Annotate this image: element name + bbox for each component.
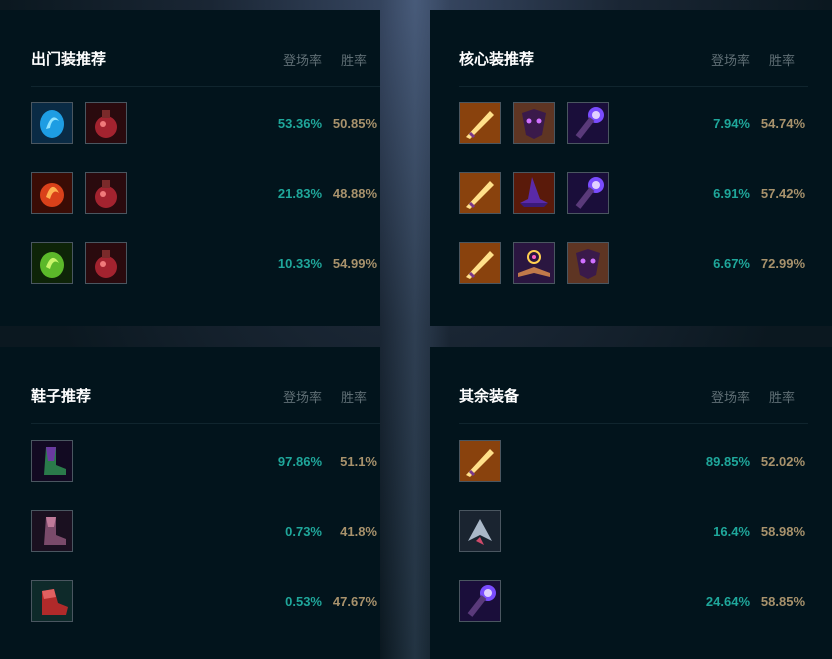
purple-boots-icon[interactable]	[31, 510, 73, 552]
build-row[interactable]: 6.67% 72.99%	[430, 242, 832, 286]
win-rate: 47.67%	[332, 594, 377, 609]
pick-rate: 53.36%	[277, 116, 322, 131]
win-rate-header: 胜率	[768, 54, 795, 69]
win-rate-header: 胜率	[340, 391, 367, 406]
build-row[interactable]: 0.53% 47.67%	[0, 580, 380, 624]
pick-rate-header: 登场率	[710, 54, 750, 69]
pick-rate: 0.73%	[285, 524, 322, 539]
potion-icon[interactable]	[85, 102, 127, 144]
pick-rate: 6.91%	[713, 186, 750, 201]
green-spirit-seed-icon[interactable]	[31, 242, 73, 284]
build-row[interactable]: 24.64% 58.85%	[430, 580, 832, 624]
pick-rate: 7.94%	[713, 116, 750, 131]
panel-title: 其余装备	[459, 387, 520, 405]
witch-hat-icon[interactable]	[513, 172, 555, 214]
pick-rate: 21.83%	[277, 186, 322, 201]
pick-rate-header: 登场率	[710, 391, 750, 406]
win-rate-header: 胜率	[340, 54, 367, 69]
red-boots-icon[interactable]	[31, 580, 73, 622]
build-row[interactable]: 89.85% 52.02%	[430, 440, 832, 484]
green-boots-icon[interactable]	[31, 440, 73, 482]
pick-rate-header: 登场率	[282, 54, 322, 69]
build-row[interactable]: 10.33% 54.99%	[0, 242, 380, 286]
spellbook-icon[interactable]	[513, 242, 555, 284]
dark-mask-icon[interactable]	[567, 242, 609, 284]
panel-title: 鞋子推荐	[31, 387, 92, 405]
build-row[interactable]: 6.91% 57.42%	[430, 172, 832, 216]
divider	[31, 86, 380, 87]
build-row[interactable]: 7.94% 54.74%	[430, 102, 832, 146]
golden-sword-icon[interactable]	[459, 172, 501, 214]
pick-rate: 16.4%	[713, 524, 750, 539]
pick-rate: 97.86%	[277, 454, 322, 469]
win-rate-header: 胜率	[768, 391, 795, 406]
golden-sword-icon[interactable]	[459, 242, 501, 284]
void-staff-icon[interactable]	[567, 172, 609, 214]
pick-rate: 10.33%	[277, 256, 322, 271]
win-rate: 72.99%	[760, 256, 805, 271]
divider	[459, 86, 808, 87]
build-row[interactable]: 16.4% 58.98%	[430, 510, 832, 554]
pick-rate: 6.67%	[713, 256, 750, 271]
steel-shard-icon[interactable]	[459, 510, 501, 552]
other-items-panel: 其余装备 登场率 胜率 89.85% 52.02% 16.4% 58.98% 2…	[430, 347, 832, 659]
pick-rate-header: 登场率	[282, 391, 322, 406]
win-rate: 52.02%	[760, 454, 805, 469]
void-staff-icon[interactable]	[567, 102, 609, 144]
win-rate: 48.88%	[332, 186, 377, 201]
win-rate: 54.74%	[760, 116, 805, 131]
panel-header: 鞋子推荐 登场率 胜率	[0, 347, 380, 424]
void-staff-icon[interactable]	[459, 580, 501, 622]
starter-items-panel: 出门装推荐 登场率 胜率 53.36% 50.85% 21.83% 48.88%…	[0, 10, 380, 326]
divider	[31, 423, 380, 424]
panel-header: 核心装推荐 登场率 胜率	[430, 10, 832, 87]
build-row[interactable]: 53.36% 50.85%	[0, 102, 380, 146]
build-row[interactable]: 21.83% 48.88%	[0, 172, 380, 216]
divider	[459, 423, 808, 424]
potion-icon[interactable]	[85, 172, 127, 214]
panel-header: 出门装推荐 登场率 胜率	[0, 10, 380, 87]
win-rate: 50.85%	[332, 116, 377, 131]
golden-sword-icon[interactable]	[459, 440, 501, 482]
win-rate: 54.99%	[332, 256, 377, 271]
golden-sword-icon[interactable]	[459, 102, 501, 144]
blue-spirit-seed-icon[interactable]	[31, 102, 73, 144]
build-row[interactable]: 97.86% 51.1%	[0, 440, 380, 484]
pick-rate: 24.64%	[705, 594, 750, 609]
pick-rate: 0.53%	[285, 594, 322, 609]
build-row[interactable]: 0.73% 41.8%	[0, 510, 380, 554]
win-rate: 57.42%	[760, 186, 805, 201]
panel-title: 核心装推荐	[459, 50, 535, 68]
boots-panel: 鞋子推荐 登场率 胜率 97.86% 51.1% 0.73% 41.8% 0.5…	[0, 347, 380, 659]
win-rate: 58.98%	[760, 524, 805, 539]
win-rate: 41.8%	[340, 524, 377, 539]
pick-rate: 89.85%	[705, 454, 750, 469]
panel-header: 其余装备 登场率 胜率	[430, 347, 832, 424]
core-items-panel: 核心装推荐 登场率 胜率 7.94% 54.74% 6.91% 57.42% 6…	[430, 10, 832, 326]
red-spirit-seed-icon[interactable]	[31, 172, 73, 214]
panel-title: 出门装推荐	[31, 50, 107, 68]
potion-icon[interactable]	[85, 242, 127, 284]
win-rate: 58.85%	[760, 594, 805, 609]
win-rate: 51.1%	[340, 454, 377, 469]
dark-mask-icon[interactable]	[513, 102, 555, 144]
